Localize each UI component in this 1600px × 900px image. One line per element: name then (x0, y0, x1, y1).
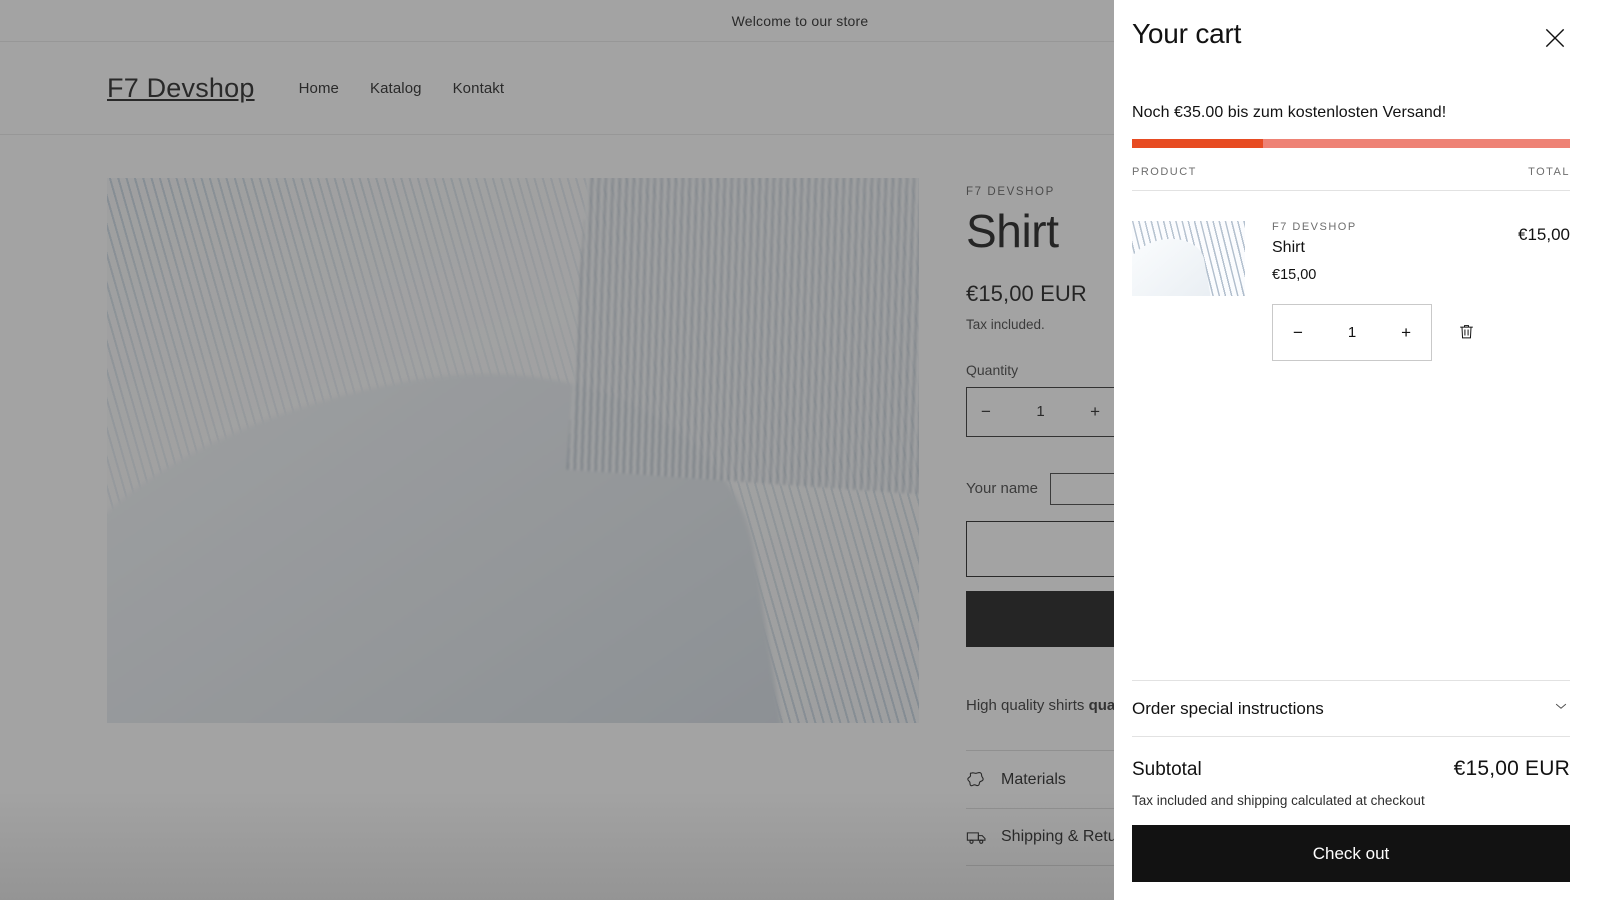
cart-line-item: F7 DEVSHOP Shirt €15,00 − 1 + €15,00 (1132, 191, 1570, 361)
free-shipping-progress-bar (1132, 139, 1570, 148)
cart-item-quantity-row: − 1 + (1272, 304, 1491, 361)
cart-item-vendor: F7 DEVSHOP (1272, 221, 1357, 233)
cart-items-spacer (1132, 361, 1570, 680)
order-special-instructions-toggle[interactable]: Order special instructions (1132, 680, 1570, 737)
cart-item-thumbnail[interactable] (1132, 221, 1245, 296)
cart-title: Your cart (1132, 18, 1242, 49)
checkout-button[interactable]: Check out (1132, 825, 1570, 882)
chevron-down-icon (1552, 697, 1570, 720)
cart-subtotal-value: €15,00 EUR (1453, 757, 1570, 780)
cart-item-name[interactable]: Shirt (1272, 239, 1491, 257)
cart-item-line-total: €15,00 (1518, 225, 1570, 244)
close-icon (1542, 25, 1568, 54)
cart-item-remove-button[interactable] (1454, 321, 1478, 345)
free-shipping-message: Noch €35.00 bis zum kostenlosten Versand… (1132, 104, 1447, 121)
cart-subtotal-row: Subtotal €15,00 EUR (1132, 737, 1570, 781)
cart-item-thumbnail-image (1132, 221, 1245, 296)
close-cart-button[interactable] (1536, 20, 1574, 58)
free-shipping-progress-fill (1132, 139, 1264, 148)
cart-footer: Order special instructions Subtotal €15,… (1132, 680, 1570, 900)
cart-column-total: TOTAL (1528, 166, 1570, 178)
cart-item-quantity-value: 1 (1347, 324, 1357, 341)
cart-drawer-header: Your cart (1132, 0, 1570, 58)
cart-item-decrease-button[interactable]: − (1293, 324, 1303, 341)
cart-checkout-note: Tax included and shipping calculated at … (1132, 793, 1425, 808)
cart-subtotal-label: Subtotal (1132, 759, 1202, 780)
order-special-instructions-label: Order special instructions (1132, 698, 1324, 718)
cart-item-increase-button[interactable]: + (1401, 324, 1411, 341)
cart-column-product: PRODUCT (1132, 166, 1197, 178)
cart-column-headers: PRODUCT TOTAL (1132, 148, 1570, 191)
trash-icon (1457, 322, 1476, 344)
cart-drawer: Your cart Noch €35.00 bis zum kostenlost… (1114, 0, 1600, 900)
cart-item-price: €15,00 (1272, 267, 1317, 283)
cart-item-quantity-stepper: − 1 + (1272, 304, 1432, 361)
